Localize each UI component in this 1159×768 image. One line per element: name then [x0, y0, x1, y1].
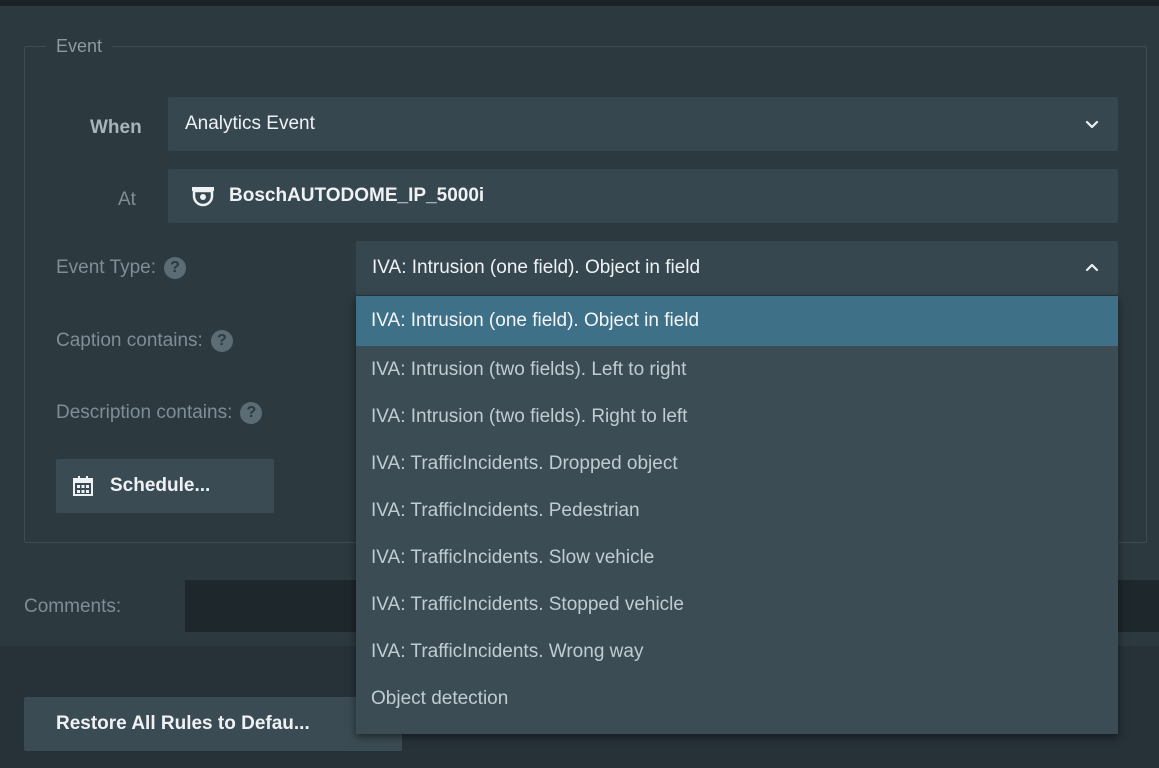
description-label: Description contains:? [56, 402, 263, 424]
at-camera-value: BoschAUTODOME_IP_5000i [229, 185, 485, 206]
event-type-option[interactable]: IVA: TrafficIncidents. Slow vehicle [356, 534, 1118, 581]
calendar-icon [73, 476, 93, 496]
chevron-down-icon [1085, 120, 1099, 129]
event-type-option[interactable]: IVA: TrafficIncidents. Pedestrian [356, 487, 1118, 534]
event-type-dropdown[interactable]: IVA: Intrusion (one field). Object in fi… [356, 241, 1118, 295]
when-label: When [90, 117, 142, 138]
event-type-option[interactable]: IVA: TrafficIncidents. Stopped vehicle [356, 581, 1118, 628]
event-type-option[interactable]: Object detection [356, 675, 1118, 722]
caption-label-text: Caption contains: [56, 330, 203, 352]
description-label-text: Description contains: [56, 402, 233, 424]
when-dropdown[interactable]: Analytics Event [168, 97, 1118, 151]
event-type-options-list: IVA: Intrusion (one field). Object in fi… [356, 296, 1118, 734]
when-value: Analytics Event [185, 113, 315, 134]
event-type-option[interactable]: IVA: Intrusion (two fields). Left to rig… [356, 346, 1118, 393]
at-camera-field[interactable]: BoschAUTODOME_IP_5000i [168, 169, 1118, 223]
event-type-option[interactable]: IVA: TrafficIncidents. Dropped object [356, 440, 1118, 487]
event-type-label-text: Event Type: [56, 257, 156, 279]
at-label: At [118, 189, 136, 210]
event-type-option[interactable]: IVA: Intrusion (one field). Object in fi… [356, 296, 1118, 346]
restore-defaults-button[interactable]: Restore All Rules to Defau... [24, 697, 402, 751]
camera-dome-icon [192, 187, 214, 207]
event-type-option[interactable]: IVA: Intrusion (two fields). Right to le… [356, 393, 1118, 440]
help-icon[interactable]: ? [210, 330, 233, 352]
schedule-button[interactable]: Schedule... [56, 459, 274, 513]
chevron-up-icon [1085, 263, 1099, 272]
help-icon[interactable]: ? [164, 257, 186, 279]
event-type-option[interactable]: IVA: TrafficIncidents. Wrong way [356, 628, 1118, 675]
comments-label: Comments: [24, 596, 122, 617]
restore-defaults-label: Restore All Rules to Defau... [56, 713, 310, 734]
event-type-value: IVA: Intrusion (one field). Object in fi… [372, 257, 701, 278]
event-type-label: Event Type:? [56, 257, 186, 279]
event-legend: Event [46, 36, 113, 57]
caption-label: Caption contains:? [56, 330, 233, 352]
help-icon[interactable]: ? [240, 402, 263, 424]
schedule-button-label: Schedule... [110, 475, 211, 496]
